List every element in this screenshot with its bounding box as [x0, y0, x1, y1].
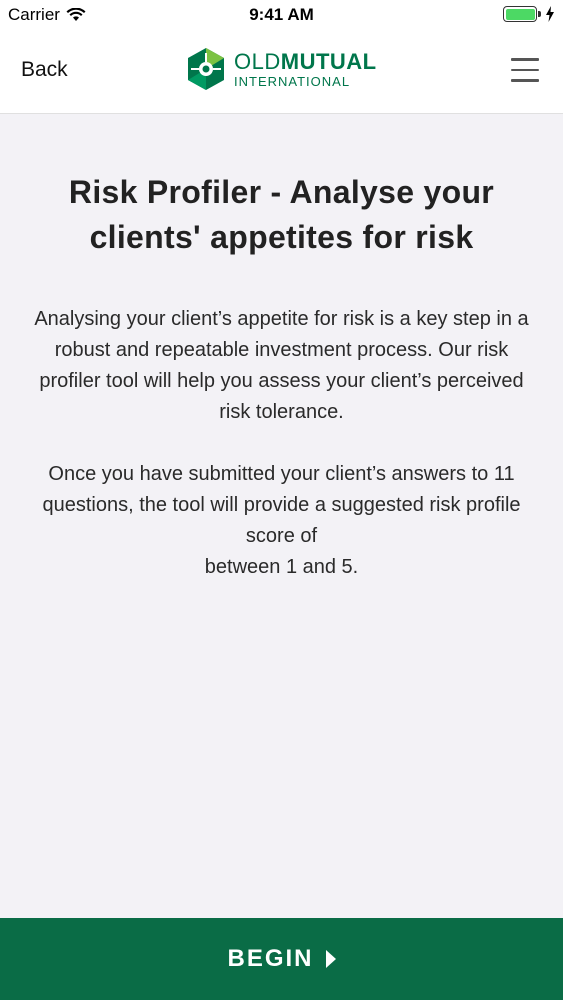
battery-level: [505, 8, 535, 20]
instructions-score-range: between 1 and 5.: [204, 556, 359, 578]
instructions-paragraph: Once you have submitted your client’s an…: [22, 459, 541, 583]
navigation-bar: Back OLDMUTUAL INTERNATIONAL: [0, 30, 563, 114]
status-bar: Carrier 9:41 AM: [0, 0, 563, 30]
logo-word-mutual: MUTUAL: [280, 48, 377, 74]
battery-icon: [503, 6, 541, 22]
begin-label: BEGIN: [227, 945, 314, 972]
logo-word-international: INTERNATIONAL: [234, 73, 351, 89]
page-title: Risk Profiler - Analyse your clients' ap…: [68, 174, 495, 255]
back-button[interactable]: Back: [21, 58, 68, 82]
intro-paragraph: Analysing your client’s appetite for ris…: [34, 308, 529, 423]
main-content: Risk Profiler - Analyse your clients' ap…: [0, 115, 563, 918]
logo-wordmark: OLDMUTUAL INTERNATIONAL: [234, 48, 377, 89]
status-time: 9:41 AM: [249, 5, 314, 24]
old-mutual-logo-icon: [188, 48, 224, 90]
instructions-text: Once you have submitted your client’s an…: [42, 463, 521, 547]
logo-word-old: OLD: [234, 48, 281, 74]
battery-indicator: [503, 6, 555, 22]
hamburger-menu-icon[interactable]: [511, 58, 539, 84]
old-mutual-logo: OLDMUTUAL INTERNATIONAL: [186, 47, 377, 91]
play-arrow-icon: [325, 950, 336, 968]
charging-bolt-icon: [546, 6, 554, 22]
begin-button[interactable]: BEGIN: [0, 918, 563, 1000]
